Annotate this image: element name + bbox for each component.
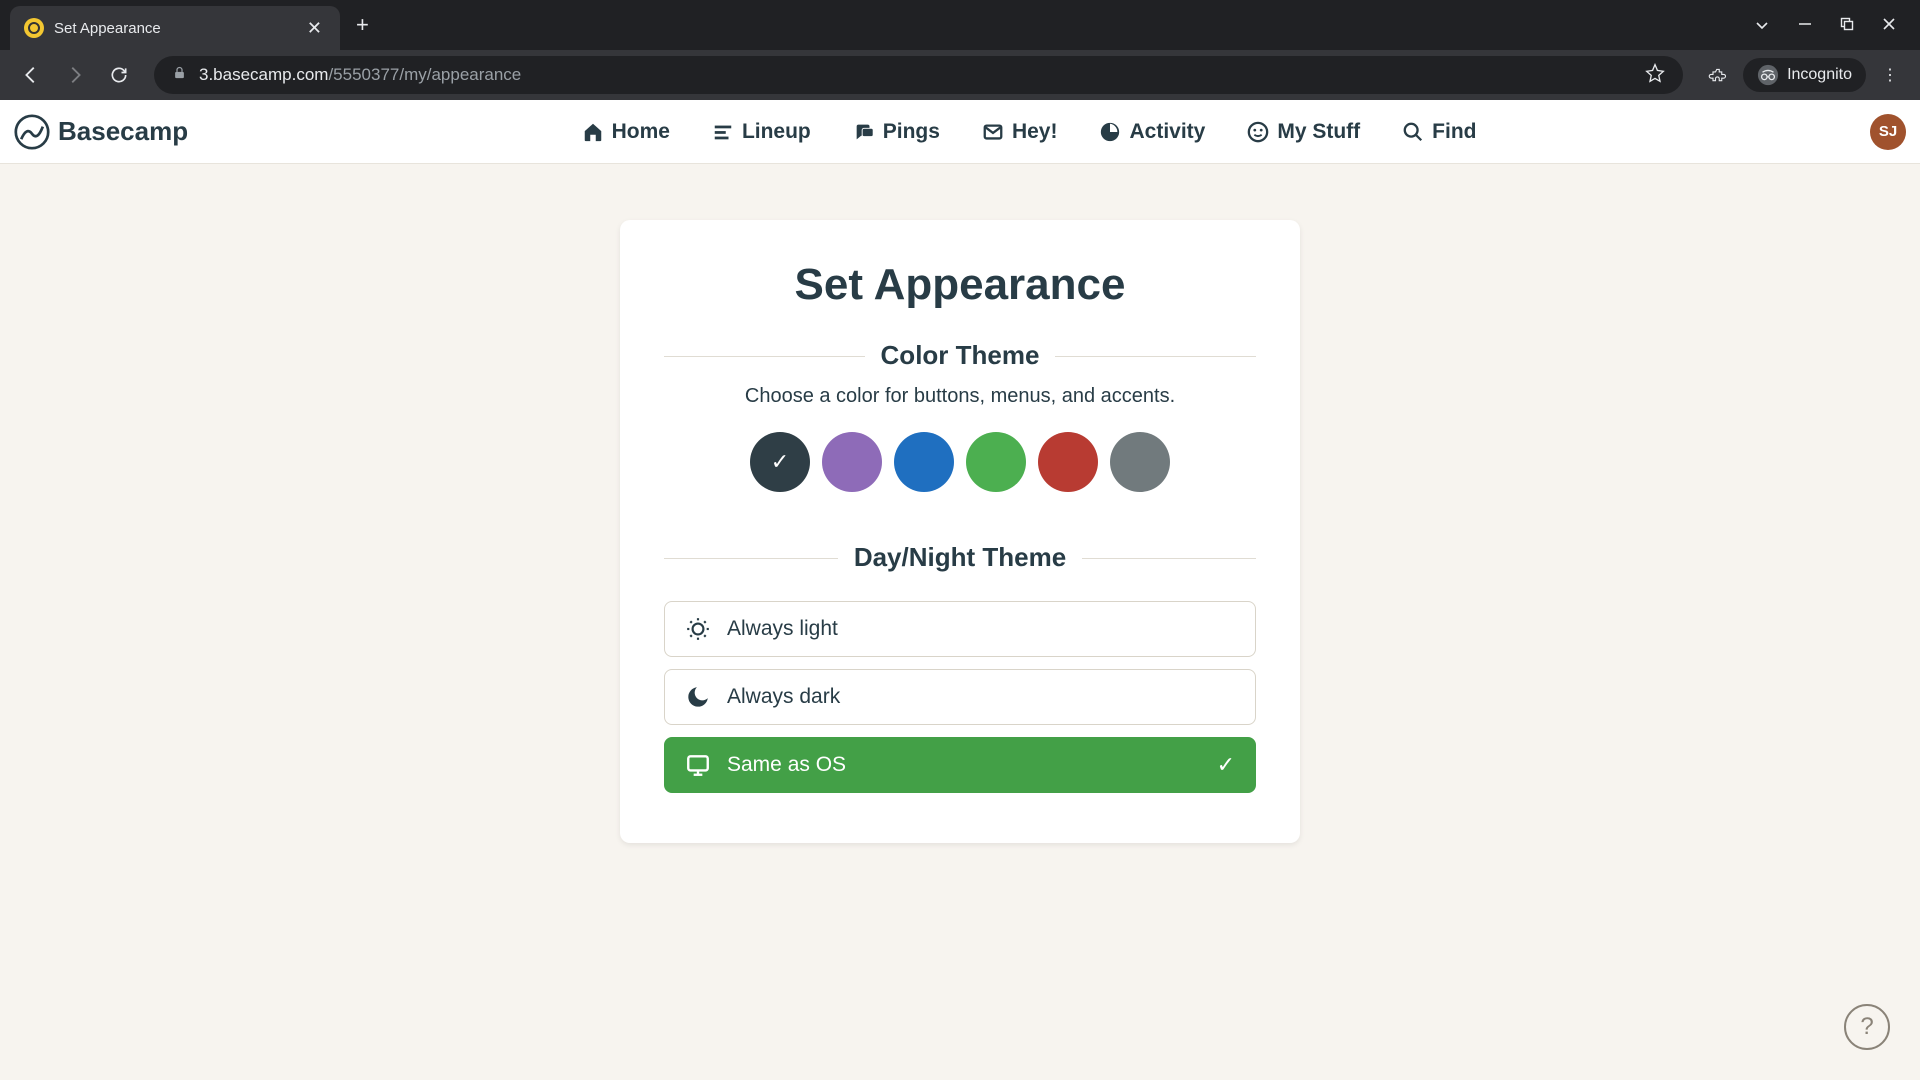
color-theme-heading: Color Theme [865, 340, 1056, 371]
browser-tab-strip: Set Appearance ✕ + [0, 0, 1920, 50]
favicon-icon [24, 18, 44, 38]
bookmark-button[interactable] [1645, 63, 1665, 88]
nav-activity[interactable]: Activity [1099, 120, 1205, 144]
nav-label: Activity [1129, 120, 1205, 144]
activity-icon [1099, 121, 1121, 143]
incognito-indicator[interactable]: Incognito [1743, 58, 1866, 92]
swatch-gray[interactable] [1110, 432, 1170, 492]
theme-option-dark[interactable]: Always dark [664, 669, 1256, 725]
window-controls [1754, 17, 1920, 33]
nav-label: Pings [883, 120, 940, 144]
mystuff-icon [1247, 121, 1269, 143]
light-icon [685, 616, 711, 642]
avatar-initials: SJ [1879, 123, 1897, 140]
lineup-icon [712, 121, 734, 143]
day-night-header: Day/Night Theme [664, 542, 1256, 573]
page-title: Set Appearance [664, 260, 1256, 310]
avatar-button[interactable]: SJ [1870, 114, 1906, 150]
theme-option-label: Always light [727, 617, 838, 641]
swatch-green[interactable] [966, 432, 1026, 492]
url-text: 3.basecamp.com/5550377/my/appearance [199, 65, 521, 85]
lock-icon [172, 65, 187, 85]
incognito-label: Incognito [1787, 66, 1852, 84]
swatch-dark[interactable]: ✓ [750, 432, 810, 492]
address-bar[interactable]: 3.basecamp.com/5550377/my/appearance [154, 56, 1683, 94]
close-tab-button[interactable]: ✕ [303, 18, 326, 39]
swatch-blue[interactable] [894, 432, 954, 492]
theme-option-label: Always dark [727, 685, 840, 709]
color-theme-description: Choose a color for buttons, menus, and a… [664, 385, 1256, 408]
theme-option-light[interactable]: Always light [664, 601, 1256, 657]
logo-text: Basecamp [58, 116, 188, 147]
help-icon: ? [1860, 1013, 1873, 1041]
theme-options: Always light Always dark Same as OS ✓ [664, 601, 1256, 793]
main-nav: Home Lineup Pings Hey! Activity My Stuff… [188, 120, 1870, 144]
os-icon [685, 752, 711, 778]
pings-icon [853, 121, 875, 143]
page-content: Set Appearance Color Theme Choose a colo… [0, 164, 1920, 843]
color-theme-header: Color Theme [664, 340, 1256, 371]
nav-label: Home [612, 120, 670, 144]
incognito-icon [1757, 64, 1779, 86]
nav-label: Hey! [1012, 120, 1058, 144]
browser-tab[interactable]: Set Appearance ✕ [10, 6, 340, 50]
nav-label: My Stuff [1277, 120, 1360, 144]
nav-home[interactable]: Home [582, 120, 670, 144]
nav-find[interactable]: Find [1402, 120, 1476, 144]
forward-button[interactable] [58, 58, 92, 92]
theme-option-label: Same as OS [727, 753, 846, 777]
extensions-button[interactable] [1701, 58, 1735, 92]
check-icon: ✓ [1217, 752, 1235, 778]
hey-icon [982, 121, 1004, 143]
toolbar-right: Incognito ⋮ [1701, 58, 1906, 92]
new-tab-button[interactable]: + [340, 12, 385, 38]
basecamp-logo[interactable]: Basecamp [14, 114, 188, 150]
help-button[interactable]: ? [1844, 1004, 1890, 1050]
nav-pings[interactable]: Pings [853, 120, 940, 144]
day-night-heading: Day/Night Theme [838, 542, 1082, 573]
app-header: Basecamp Home Lineup Pings Hey! Activity… [0, 100, 1920, 164]
check-icon: ✓ [771, 449, 789, 475]
dark-icon [685, 684, 711, 710]
appearance-card: Set Appearance Color Theme Choose a colo… [620, 220, 1300, 843]
nav-label: Find [1432, 120, 1476, 144]
nav-hey[interactable]: Hey! [982, 120, 1058, 144]
close-window-button[interactable] [1882, 17, 1896, 33]
search-icon [1402, 121, 1424, 143]
back-button[interactable] [14, 58, 48, 92]
swatch-red[interactable] [1038, 432, 1098, 492]
nav-label: Lineup [742, 120, 811, 144]
tab-title: Set Appearance [54, 20, 293, 37]
nav-mystuff[interactable]: My Stuff [1247, 120, 1360, 144]
tabs-dropdown-button[interactable] [1754, 17, 1770, 33]
logo-icon [14, 114, 50, 150]
maximize-button[interactable] [1840, 17, 1854, 33]
minimize-button[interactable] [1798, 17, 1812, 33]
home-icon [582, 121, 604, 143]
browser-toolbar: 3.basecamp.com/5550377/my/appearance Inc… [0, 50, 1920, 100]
swatch-purple[interactable] [822, 432, 882, 492]
theme-option-os[interactable]: Same as OS ✓ [664, 737, 1256, 793]
reload-button[interactable] [102, 58, 136, 92]
browser-menu-button[interactable]: ⋮ [1874, 65, 1906, 85]
nav-lineup[interactable]: Lineup [712, 120, 811, 144]
color-swatches: ✓ [664, 432, 1256, 492]
